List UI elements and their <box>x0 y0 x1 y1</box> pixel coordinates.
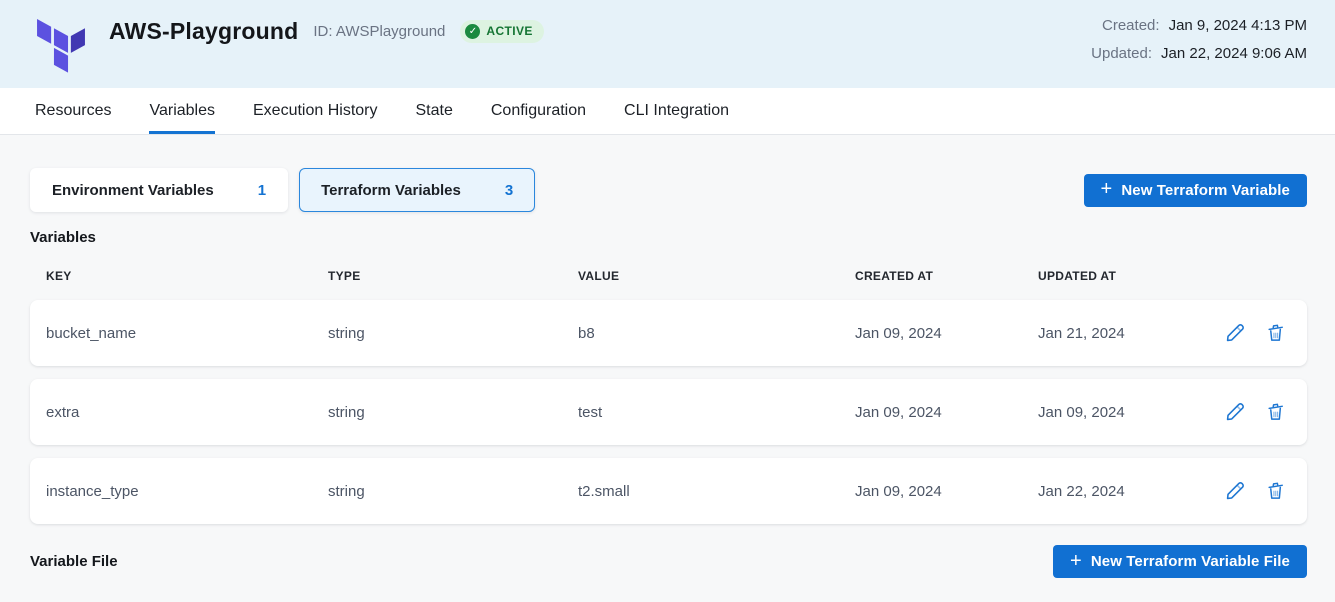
cell-type: string <box>312 325 562 342</box>
status-badge: ✓ ACTIVE <box>460 20 543 43</box>
delete-variable-button[interactable] <box>1265 401 1286 423</box>
plus-icon: + <box>1070 551 1082 571</box>
tab-state[interactable]: State <box>416 88 453 134</box>
environment-id: ID: AWSPlayground <box>313 23 445 40</box>
cell-key: instance_type <box>30 483 312 500</box>
delete-variable-button[interactable] <box>1265 322 1286 344</box>
updated-label: Updated: <box>1091 43 1152 64</box>
variables-page: Environment Variables 1 Terraform Variab… <box>0 135 1335 578</box>
new-terraform-variable-file-button[interactable]: + New Terraform Variable File <box>1053 545 1307 578</box>
pencil-icon <box>1224 322 1246 344</box>
variables-table: bucket_name string b8 Jan 09, 2024 Jan 2… <box>30 300 1307 524</box>
terraform-variables-tab-label: Terraform Variables <box>321 182 461 199</box>
cell-key: extra <box>30 404 312 421</box>
cell-created-at: Jan 09, 2024 <box>839 483 1022 500</box>
cell-value: t2.small <box>562 483 839 500</box>
pencil-icon <box>1224 401 1246 423</box>
plus-icon: + <box>1101 179 1113 199</box>
status-text: ACTIVE <box>486 24 532 38</box>
timestamps: Created: Jan 9, 2024 4:13 PM Updated: Ja… <box>1091 14 1307 64</box>
trash-icon <box>1265 480 1286 502</box>
environment-header: AWS-Playground ID: AWSPlayground ✓ ACTIV… <box>0 0 1335 88</box>
environment-variables-count: 1 <box>258 182 266 199</box>
environment-variables-tab[interactable]: Environment Variables 1 <box>30 168 288 212</box>
tab-configuration[interactable]: Configuration <box>491 88 586 134</box>
column-header-updated-at: UPDATED AT <box>1022 269 1189 283</box>
tab-cli-integration[interactable]: CLI Integration <box>624 88 729 134</box>
column-header-value: VALUE <box>562 269 839 283</box>
variable-file-section-title: Variable File <box>30 553 118 570</box>
terraform-variables-count: 3 <box>505 182 513 199</box>
trash-icon <box>1265 401 1286 423</box>
created-label: Created: <box>1102 15 1160 36</box>
table-row: bucket_name string b8 Jan 09, 2024 Jan 2… <box>30 300 1307 366</box>
column-header-key: KEY <box>30 269 312 283</box>
page-title: AWS-Playground <box>109 18 298 45</box>
table-header: KEY TYPE VALUE CREATED AT UPDATED AT <box>30 269 1307 283</box>
cell-key: bucket_name <box>30 325 312 342</box>
created-value: Jan 9, 2024 4:13 PM <box>1169 15 1307 36</box>
edit-variable-button[interactable] <box>1224 480 1246 502</box>
table-row: instance_type string t2.small Jan 09, 20… <box>30 458 1307 524</box>
delete-variable-button[interactable] <box>1265 480 1286 502</box>
cell-value: b8 <box>562 325 839 342</box>
terraform-variables-tab[interactable]: Terraform Variables 3 <box>299 168 535 212</box>
updated-value: Jan 22, 2024 9:06 AM <box>1161 43 1307 64</box>
edit-variable-button[interactable] <box>1224 401 1246 423</box>
cell-updated-at: Jan 09, 2024 <box>1022 404 1189 421</box>
new-terraform-variable-button[interactable]: + New Terraform Variable <box>1084 174 1307 207</box>
cell-type: string <box>312 404 562 421</box>
cell-type: string <box>312 483 562 500</box>
cell-created-at: Jan 09, 2024 <box>839 404 1022 421</box>
edit-variable-button[interactable] <box>1224 322 1246 344</box>
tab-variables[interactable]: Variables <box>149 88 215 134</box>
cell-updated-at: Jan 22, 2024 <box>1022 483 1189 500</box>
environment-variables-tab-label: Environment Variables <box>52 182 214 199</box>
cell-value: test <box>562 404 839 421</box>
cell-created-at: Jan 09, 2024 <box>839 325 1022 342</box>
tab-resources[interactable]: Resources <box>35 88 111 134</box>
trash-icon <box>1265 322 1286 344</box>
table-row: extra string test Jan 09, 2024 Jan 09, 2… <box>30 379 1307 445</box>
nav-tab-bar: Resources Variables Execution History St… <box>0 88 1335 135</box>
check-circle-icon: ✓ <box>465 24 480 39</box>
cell-updated-at: Jan 21, 2024 <box>1022 325 1189 342</box>
column-header-type: TYPE <box>312 269 562 283</box>
tab-execution-history[interactable]: Execution History <box>253 88 378 134</box>
pencil-icon <box>1224 480 1246 502</box>
terraform-logo-icon <box>35 12 87 79</box>
column-header-created-at: CREATED AT <box>839 269 1022 283</box>
variables-section-title: Variables <box>30 229 1307 246</box>
